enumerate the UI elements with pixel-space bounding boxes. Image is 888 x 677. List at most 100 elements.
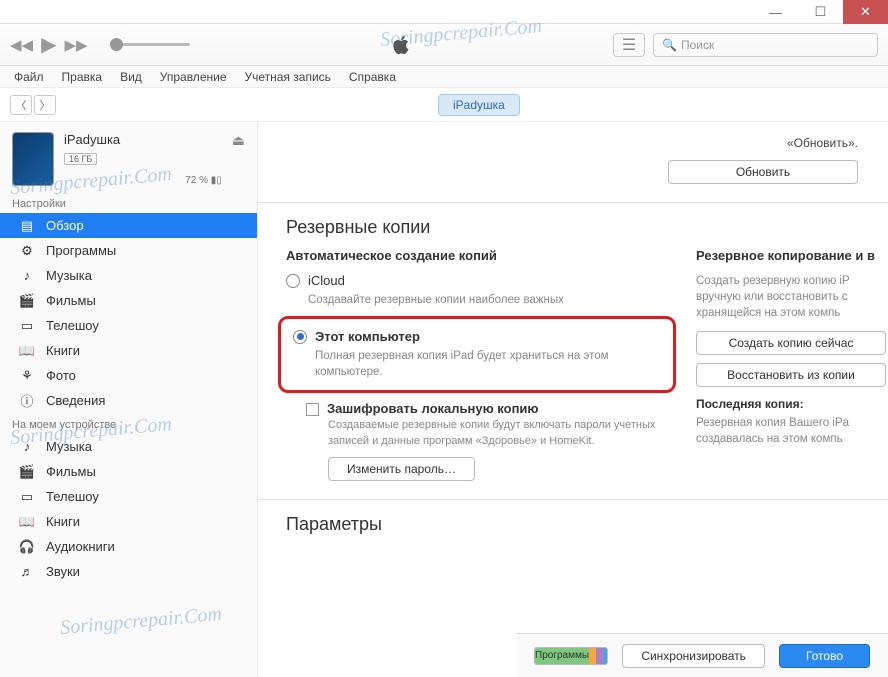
music-icon: ♪: [18, 440, 36, 454]
footer-bar: Программы Синхронизировать Готово: [516, 633, 888, 677]
list-view-button[interactable]: ☰: [613, 33, 645, 57]
minimize-button[interactable]: —: [753, 0, 798, 24]
sidebar-item-label: Музыка: [46, 439, 92, 454]
content-area: «Обновить». Обновить Резервные копии Авт…: [258, 122, 888, 677]
thispc-desc: Полная резервная копия iPad будет хранит…: [315, 348, 661, 380]
sidebar: iPadушка 16 ГБ 72 % ▮▯ ⏏ Настройки ▤ Обзо…: [0, 122, 258, 677]
sidebar-item-label: Книги: [46, 514, 80, 529]
sidebar-item-label: Фото: [46, 368, 76, 383]
sidebar-item-label: Сведения: [46, 393, 105, 408]
radio-label: Этот компьютер: [315, 329, 420, 344]
maximize-button[interactable]: ☐: [798, 0, 843, 24]
apple-logo-icon: [190, 34, 613, 56]
encrypt-desc: Создаваемые резервные копии будут включа…: [328, 418, 676, 449]
manual-desc: Создать резервную копию iP вручную или в…: [696, 273, 888, 321]
eject-icon[interactable]: ⏏: [232, 132, 245, 149]
last-copy-header: Последняя копия:: [696, 397, 888, 411]
sync-button[interactable]: Синхронизировать: [622, 644, 765, 668]
change-password-button[interactable]: Изменить пароль…: [328, 457, 475, 481]
update-section: «Обновить». Обновить: [258, 122, 888, 202]
sidebar-item-apps[interactable]: ⚙ Программы: [0, 238, 257, 263]
movies-icon: 🎬: [18, 294, 36, 308]
sidebar-item-label: Программы: [46, 243, 116, 258]
radio-label: iCloud: [308, 273, 345, 288]
highlight-this-computer: Этот компьютер Полная резервная копия iP…: [278, 316, 676, 393]
info-icon: ⓘ: [18, 394, 36, 408]
menu-view[interactable]: Вид: [120, 70, 142, 84]
sidebar-item-music[interactable]: ♪ Музыка: [0, 263, 257, 288]
close-button[interactable]: ✕: [843, 0, 888, 24]
play-icon[interactable]: ▶: [41, 32, 56, 57]
books-icon: 📖: [18, 515, 36, 529]
restore-button[interactable]: Восстановить из копии: [696, 363, 886, 387]
window-titlebar: — ☐ ✕: [0, 0, 888, 24]
device-tab[interactable]: iPadушка: [438, 94, 520, 116]
search-placeholder: Поиск: [681, 38, 714, 52]
sidebar-ondevice-tones[interactable]: ♬ Звуки: [0, 559, 257, 584]
sidebar-ondevice-books[interactable]: 📖 Книги: [0, 509, 257, 534]
sidebar-ondevice-music[interactable]: ♪ Музыка: [0, 434, 257, 459]
battery-status: 72 % ▮▯: [64, 175, 222, 186]
sidebar-item-movies[interactable]: 🎬 Фильмы: [0, 288, 257, 313]
photos-icon: ⚘: [18, 369, 36, 383]
backup-now-button[interactable]: Создать копию сейчас: [696, 331, 886, 355]
update-button[interactable]: Обновить: [668, 160, 858, 184]
tvshows-icon: ▭: [18, 490, 36, 504]
icloud-desc: Создавайте резервные копии наиболее важн…: [308, 292, 676, 308]
sidebar-item-summary[interactable]: ▤ Обзор: [0, 213, 257, 238]
radio-this-computer[interactable]: Этот компьютер: [293, 329, 661, 344]
encrypt-label: Зашифровать локальную копию: [327, 401, 539, 416]
sidebar-ondevice-movies[interactable]: 🎬 Фильмы: [0, 459, 257, 484]
sidebar-ondevice-tvshows[interactable]: ▭ Телешоу: [0, 484, 257, 509]
radio-icloud[interactable]: iCloud: [286, 273, 676, 288]
books-icon: 📖: [18, 344, 36, 358]
capacity-seg-other2: [596, 648, 603, 664]
prev-track-icon[interactable]: ◀◀: [10, 36, 33, 54]
menu-account[interactable]: Учетная запись: [245, 70, 331, 84]
sidebar-section-settings: Настройки: [0, 192, 257, 213]
volume-slider[interactable]: [110, 43, 190, 46]
auto-backup-header: Автоматическое создание копий: [286, 248, 676, 263]
search-icon: 🔍: [662, 38, 677, 52]
audiobooks-icon: 🎧: [18, 540, 36, 554]
sidebar-ondevice-audiobooks[interactable]: 🎧 Аудиокниги: [0, 534, 257, 559]
sidebar-item-info[interactable]: ⓘ Сведения: [0, 388, 257, 413]
sidebar-item-label: Телешоу: [46, 318, 99, 333]
nav-forward-button[interactable]: 〉: [34, 95, 56, 115]
next-track-icon[interactable]: ▶▶: [64, 36, 87, 54]
device-name: iPadушка: [64, 132, 222, 147]
encrypt-checkbox-row[interactable]: Зашифровать локальную копию: [306, 401, 676, 416]
sidebar-item-tvshows[interactable]: ▭ Телешоу: [0, 313, 257, 338]
sidebar-item-label: Звуки: [46, 564, 80, 579]
update-quote: «Обновить».: [258, 136, 858, 150]
apps-icon: ⚙: [18, 244, 36, 258]
tones-icon: ♬: [18, 565, 36, 579]
menu-file[interactable]: Файл: [14, 70, 44, 84]
search-input[interactable]: 🔍 Поиск: [653, 33, 878, 57]
sidebar-item-label: Музыка: [46, 268, 92, 283]
summary-icon: ▤: [18, 219, 36, 233]
capacity-seg-apps: Программы: [535, 648, 589, 664]
device-capacity: 16 ГБ: [64, 153, 97, 165]
sidebar-item-books[interactable]: 📖Книги: [0, 338, 257, 363]
sidebar-item-label: Фильмы: [46, 293, 96, 308]
sidebar-item-photos[interactable]: ⚘ Фото: [0, 363, 257, 388]
movies-icon: 🎬: [18, 465, 36, 479]
menu-controls[interactable]: Управление: [160, 70, 227, 84]
playback-controls: ◀◀ ▶ ▶▶: [10, 32, 190, 57]
toolbar: ◀◀ ▶ ▶▶ ☰ 🔍 Поиск: [0, 24, 888, 66]
sidebar-item-label: Обзор: [46, 218, 84, 233]
music-icon: ♪: [18, 269, 36, 283]
menu-help[interactable]: Справка: [349, 70, 396, 84]
tvshows-icon: ▭: [18, 319, 36, 333]
nav-back-button[interactable]: 〈: [10, 95, 32, 115]
sidebar-item-label: Фильмы: [46, 464, 96, 479]
menu-edit[interactable]: Правка: [62, 70, 103, 84]
sidebar-item-label: Аудиокниги: [46, 539, 115, 554]
done-button[interactable]: Готово: [779, 644, 870, 668]
capacity-bar[interactable]: Программы: [534, 647, 608, 665]
capacity-seg-other1: [589, 648, 596, 664]
checkbox-icon: [306, 403, 319, 416]
sidebar-item-label: Телешоу: [46, 489, 99, 504]
backups-header: Резервные копии: [258, 203, 888, 248]
